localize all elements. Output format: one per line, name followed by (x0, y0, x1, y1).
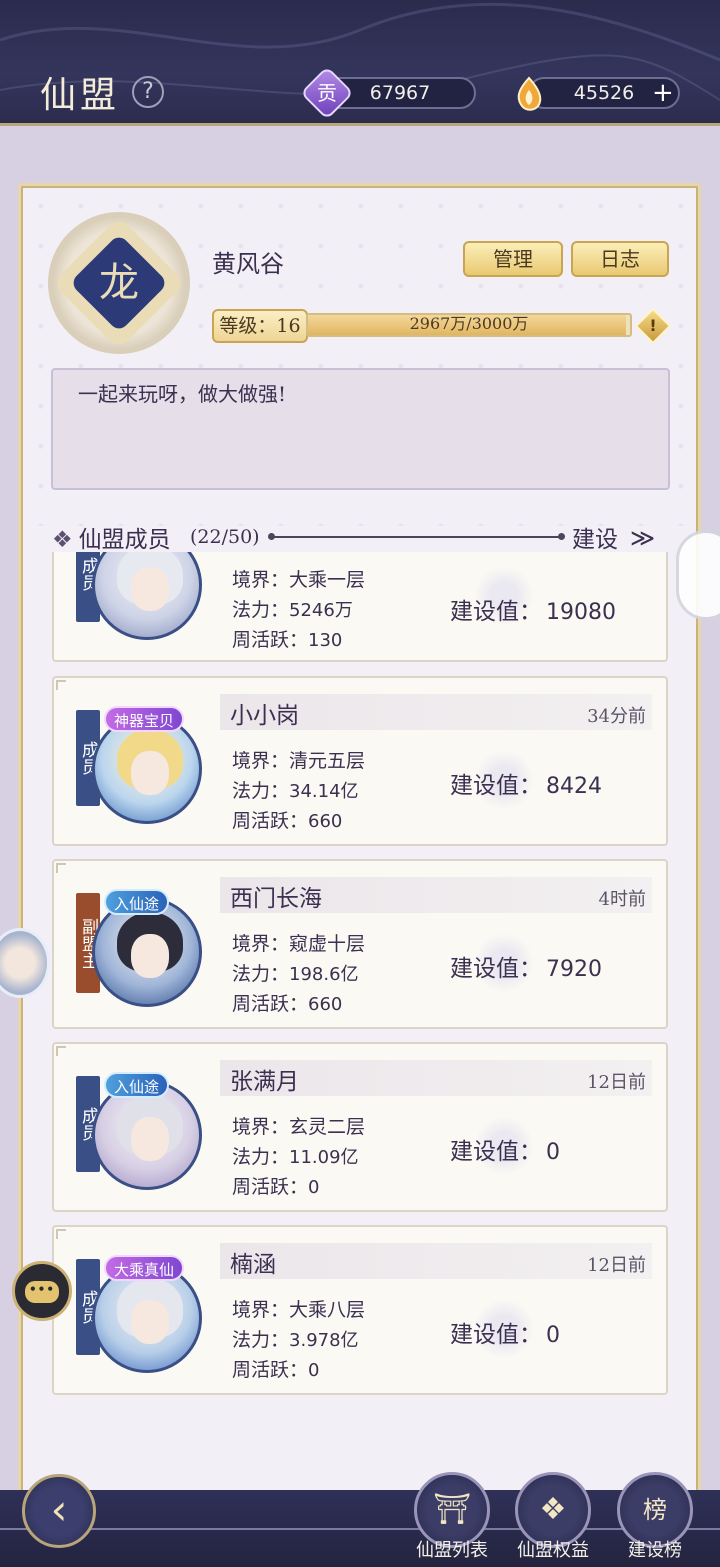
member-power: 法力：5246万 (232, 599, 353, 621)
member-power: 法力：34.14亿 (232, 780, 359, 802)
member-power: 法力：3.978亿 (232, 1329, 359, 1351)
member-realm: 境界：大乘八层 (232, 1299, 366, 1321)
member-weekly-activity: 周活跃：660 (232, 810, 343, 832)
member-power: 法力：198.6亿 (232, 963, 359, 985)
guild-list-icon: ⛩ (432, 1492, 472, 1527)
divider-line (272, 536, 562, 538)
sort-chevron-icon[interactable]: ≫ (630, 524, 655, 552)
level-progress-text: 2967万/3000万 (409, 314, 529, 333)
member-build-value: 建设值： 8424 (450, 773, 602, 799)
back-button[interactable]: ‹ (22, 1474, 96, 1548)
help-icon[interactable]: ? (132, 76, 164, 108)
member-build-value: 建设值： 7920 (450, 956, 602, 982)
members-title-text: 仙盟成员 (78, 527, 171, 553)
member-name: 张满月 (230, 1069, 299, 1095)
floating-side-widget[interactable] (676, 530, 720, 620)
avatar-title-badge: 入仙途 (104, 1072, 170, 1098)
log-button[interactable]: 日志 (571, 241, 669, 277)
last-online: 4时前 (598, 889, 646, 910)
guild-list-label: 仙盟列表 (416, 1540, 488, 1561)
avatar-title-badge: 神器宝贝 (104, 706, 185, 732)
manage-button[interactable]: 管理 (463, 241, 563, 277)
member-list[interactable]: 成员 境界：大乘一层 法力：5246万 周活跃：130 建设值： 19080 成员… (40, 552, 680, 1412)
member-build-value: 建设值： 0 (450, 1322, 560, 1348)
member-card[interactable]: 成员 入仙途 张满月 12日前 境界：玄灵二层 法力：11.09亿 周活跃：0 … (52, 1042, 668, 1212)
avatar[interactable] (92, 552, 202, 640)
last-online: 34分前 (587, 706, 646, 727)
member-card[interactable]: 成员 大乘真仙 楠涵 12日前 境界：大乘八层 法力：3.978亿 周活跃：0 … (52, 1225, 668, 1395)
build-ranking-label: 建设榜 (628, 1540, 682, 1561)
member-weekly-activity: 周活跃：0 (232, 1359, 320, 1381)
sort-by-build-button[interactable]: 建设 (572, 520, 618, 554)
member-realm: 境界：大乘一层 (232, 569, 366, 591)
member-power: 法力：11.09亿 (232, 1146, 359, 1168)
member-name: 楠涵 (230, 1252, 276, 1278)
divider-dot (558, 533, 565, 540)
last-online: 12日前 (587, 1072, 646, 1093)
member-name: 西门长海 (230, 886, 322, 912)
guild-name: 黄风谷 (212, 250, 284, 278)
member-realm: 境界：玄灵二层 (232, 1116, 366, 1138)
guild-motto: 一起来玩呀，做大做强! (78, 382, 287, 406)
guild-level: 等级：16 (212, 309, 308, 343)
chat-button[interactable]: ••• (12, 1261, 72, 1321)
dragon-icon: 龙 (99, 260, 139, 306)
guild-benefits-icon: ❖ (539, 1492, 567, 1527)
member-card[interactable]: 副盟主 入仙途 西门长海 4时前 境界：窥虚十层 法力：198.6亿 周活跃：6… (52, 859, 668, 1029)
flame-currency-icon (517, 76, 542, 111)
avatar-title-badge: 大乘真仙 (104, 1255, 185, 1281)
build-ranking-icon: 榜 (643, 1496, 667, 1524)
contribution-value: 67967 (369, 82, 431, 104)
guild-benefits-label: 仙盟权益 (517, 1540, 589, 1561)
member-build-value: 建设值： 0 (450, 1139, 560, 1165)
member-weekly-activity: 周活跃：0 (232, 1176, 320, 1198)
page-title: 仙盟 (40, 75, 121, 116)
chat-bubble-icon: ••• (25, 1281, 59, 1303)
bottom-divider (0, 1528, 720, 1530)
avatar-title-badge: 入仙途 (104, 889, 170, 915)
member-card[interactable]: 成员 神器宝贝 小小岗 34分前 境界：清元五层 法力：34.14亿 周活跃：6… (52, 676, 668, 846)
spirit-currency-value: 45526 (573, 82, 635, 104)
member-build-value: 建设值： 19080 (450, 599, 616, 625)
last-online: 12日前 (587, 1255, 646, 1276)
member-realm: 境界：窥虚十层 (232, 933, 366, 955)
diamond-icon: ❖ (52, 527, 73, 553)
members-title: ❖ 仙盟成员 (52, 520, 171, 554)
members-count: (22/50) (190, 526, 260, 548)
member-name: 小小岗 (230, 703, 299, 729)
back-arrow-icon: ‹ (50, 1485, 68, 1534)
member-weekly-activity: 周活跃：660 (232, 993, 343, 1015)
member-weekly-activity: 周活跃：130 (232, 629, 343, 651)
add-currency-button[interactable]: + (652, 80, 674, 106)
member-realm: 境界：清元五层 (232, 750, 366, 772)
member-card[interactable]: 成员 境界：大乘一层 法力：5246万 周活跃：130 建设值： 19080 (52, 552, 668, 662)
